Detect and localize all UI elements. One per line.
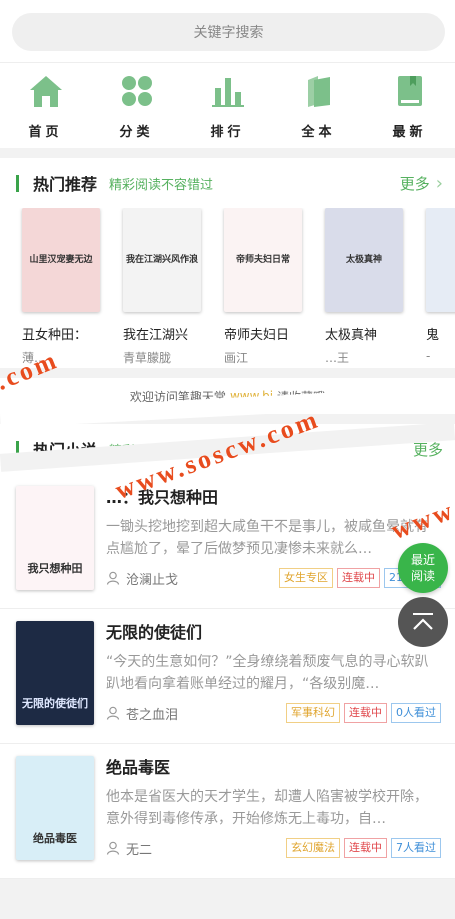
cover-title: 绝品毒医 <box>33 832 77 845</box>
book-cover: 山里汉宠妻无边 <box>22 208 100 312</box>
latest-book-icon <box>390 71 430 111</box>
book-author: 画江 <box>224 351 249 365</box>
book-cover: 我只想种田 <box>16 486 94 590</box>
status-tag: 连载中 <box>344 703 387 723</box>
novel-info: 绝品毒医他本是省医大的天才学生，却遭人陷害被学校开除，意外得到毒修传承，开始修炼… <box>106 756 441 868</box>
person-icon <box>106 706 120 720</box>
more-label: 更多 <box>399 174 430 193</box>
novel-title: …：我只想种田 <box>106 488 219 507</box>
category-tag[interactable]: 玄幻魔法 <box>286 838 340 858</box>
book-title: 鬼 <box>426 328 440 343</box>
book-cover: 太极真神 <box>325 208 403 312</box>
nav-item-complete[interactable]: 全本 <box>284 71 354 148</box>
recent-reading-button[interactable]: 最近阅读 <box>398 543 448 593</box>
hot-book-item[interactable]: 鬼- <box>426 208 455 368</box>
novel-title: 无限的使徒们 <box>106 623 203 642</box>
novel-info: …：我只想种田一锄头挖地挖到超大咸鱼干不是事儿，被咸鱼晕就有点尴尬了，晕了后做梦… <box>106 486 441 598</box>
cover-title: 山里汉宠妻无边 <box>29 255 93 265</box>
section-marker <box>16 174 19 192</box>
hot-novels-section: 热门小说 精彩… 更多 我只想种田…：我只想种田一锄头挖地挖到超大咸鱼干不是事儿… <box>0 424 455 879</box>
search-input[interactable]: 关键字搜索 <box>12 13 445 51</box>
main-nav: 首页 分类 排行 全本 最新 <box>0 62 455 148</box>
nav-label: 首页 <box>28 125 63 140</box>
novel-row[interactable]: 绝品毒医 绝品毒医 他本是省医大的天才学生，却遭人陷害被学校开除，意外得到毒修传承，… <box>0 744 455 879</box>
category-icon <box>117 71 157 111</box>
novel-list: 我只想种田 …：我只想种田一锄头挖地挖到超大咸鱼干不是事儿，被咸鱼晕就有点尴尬了，… <box>0 474 455 879</box>
home-icon <box>26 71 66 111</box>
book-cover: 无限的使徒们 <box>16 621 94 725</box>
novel-author: 无二 <box>126 842 153 858</box>
novel-description: “今天的生意如何？”全身缭绕着颓废气息的寻心软趴趴地看向拿着账单经过的耀月，“各… <box>106 654 429 692</box>
book-author: 薄… <box>22 351 47 365</box>
person-icon <box>106 571 120 585</box>
novel-meta: 无二 玄幻魔法 连载中 7人看过 <box>106 838 441 858</box>
novel-row[interactable]: 我只想种田 …：我只想种田一锄头挖地挖到超大咸鱼干不是事儿，被咸鱼晕就有点尴尬了，… <box>0 474 455 609</box>
hot-book-item[interactable]: 帝师夫妇日常帝师夫妇日画江 <box>224 208 304 368</box>
person-icon <box>106 841 120 855</box>
novel-info: 无限的使徒们 “今天的生意如何？”全身缭绕着颓废气息的寻心软趴趴地看向拿着账单经过… <box>106 621 441 733</box>
book-title: 丑女种田： <box>22 328 88 343</box>
more-link[interactable]: 更多 › <box>400 173 443 194</box>
search-bar: 关键字搜索 <box>0 0 455 62</box>
cover-title: 帝师夫妇日常 <box>235 255 290 265</box>
cover-title: 我在江湖兴风作浪 <box>125 255 198 265</box>
book-title: 太极真神 <box>325 328 378 343</box>
section-title: 热门推荐 <box>33 175 98 194</box>
nav-item-ranking[interactable]: 排行 <box>193 71 263 148</box>
views-tag: 0人看过 <box>391 703 441 723</box>
ranking-icon <box>208 71 248 111</box>
hot-book-list: 山里汉宠妻无边 丑女种田： 薄… 我在江湖兴风作浪 我在江湖兴 青草朦胧 帝师夫妇日常 帝师夫… <box>0 208 455 368</box>
cover-title: 无限的使徒们 <box>22 697 88 710</box>
section-subtitle: 精彩阅读不容错过 <box>109 177 214 193</box>
book-cover: 帝师夫妇日常 <box>224 208 302 312</box>
complete-books-icon <box>299 71 339 111</box>
back-to-top-button[interactable] <box>398 597 448 647</box>
nav-label: 全本 <box>301 125 336 140</box>
category-tag[interactable]: 军事科幻 <box>286 703 340 723</box>
nav-label: 最新 <box>392 125 427 140</box>
nav-item-category[interactable]: 分类 <box>102 71 172 148</box>
cover-title: 我只想种田 <box>27 562 83 575</box>
book-title: 我在江湖兴 <box>123 328 189 343</box>
category-tag[interactable]: 女生专区 <box>279 568 333 588</box>
arrow-up-icon <box>413 613 433 630</box>
novel-author: 苍之血泪 <box>126 707 179 723</box>
hot-recommend-section: 热门推荐 精彩阅读不容错过 更多 › 山里汉宠妻无边丑女种田： 薄… 我在江湖兴风作浪… <box>0 158 455 368</box>
nav-label: 排行 <box>210 125 245 140</box>
status-tag: 连载中 <box>344 838 387 858</box>
book-author: 青草朦胧 <box>123 351 172 365</box>
page: { "search": { "placeholder": "关键字搜索" }, … <box>0 0 455 919</box>
hot-book-item[interactable]: 我在江湖兴风作浪我在江湖兴青草朦胧 <box>123 208 203 368</box>
views-tag: 7人看过 <box>391 838 441 858</box>
section-header: 热门推荐 精彩阅读不容错过 更多 › <box>0 158 455 208</box>
book-author: …王 <box>325 351 350 365</box>
nav-label: 分类 <box>119 125 154 140</box>
book-cover: 我在江湖兴风作浪 <box>123 208 201 312</box>
cover-title: 太极真神 <box>345 255 382 265</box>
novel-title: 绝品毒医 <box>106 758 171 777</box>
novel-meta: 苍之血泪 军事科幻 连载中 0人看过 <box>106 703 441 723</box>
nav-item-home[interactable]: 首页 <box>11 71 81 148</box>
status-tag: 连载中 <box>337 568 380 588</box>
hot-book-item[interactable]: 太极真神 太极真神 …王 <box>325 208 405 368</box>
recent-reading-label: 最近阅读 <box>410 553 435 583</box>
novel-author: 沧澜止戈 <box>126 572 179 588</box>
nav-item-latest[interactable]: 最新 <box>375 71 445 148</box>
book-title: 帝师夫妇日 <box>224 328 290 343</box>
book-cover <box>426 208 455 312</box>
hot-book-item[interactable]: 山里汉宠妻无边丑女种田： 薄… <box>22 208 102 368</box>
book-author: - <box>426 349 431 363</box>
novel-description: 他本是省医大的天才学生，却遭人陷害被学校开除，意外得到毒修传承，开始修炼无上毒功… <box>106 789 428 827</box>
novel-row[interactable]: 无限的使徒们 无限的使徒们 “今天的生意如何？”全身缭绕着颓废气息的寻心软趴趴地看向… <box>0 609 455 744</box>
novel-description: 一锄头挖地挖到超大咸鱼干不是事儿，被咸鱼晕就有点尴尬了，晕了后做梦预见凄惨未来就… <box>106 519 428 557</box>
novel-meta: 沧澜止戈女生专区连载中21人看过 <box>106 568 441 588</box>
book-cover: 绝品毒医 <box>16 756 94 860</box>
chevron-right-icon: › <box>435 172 443 194</box>
